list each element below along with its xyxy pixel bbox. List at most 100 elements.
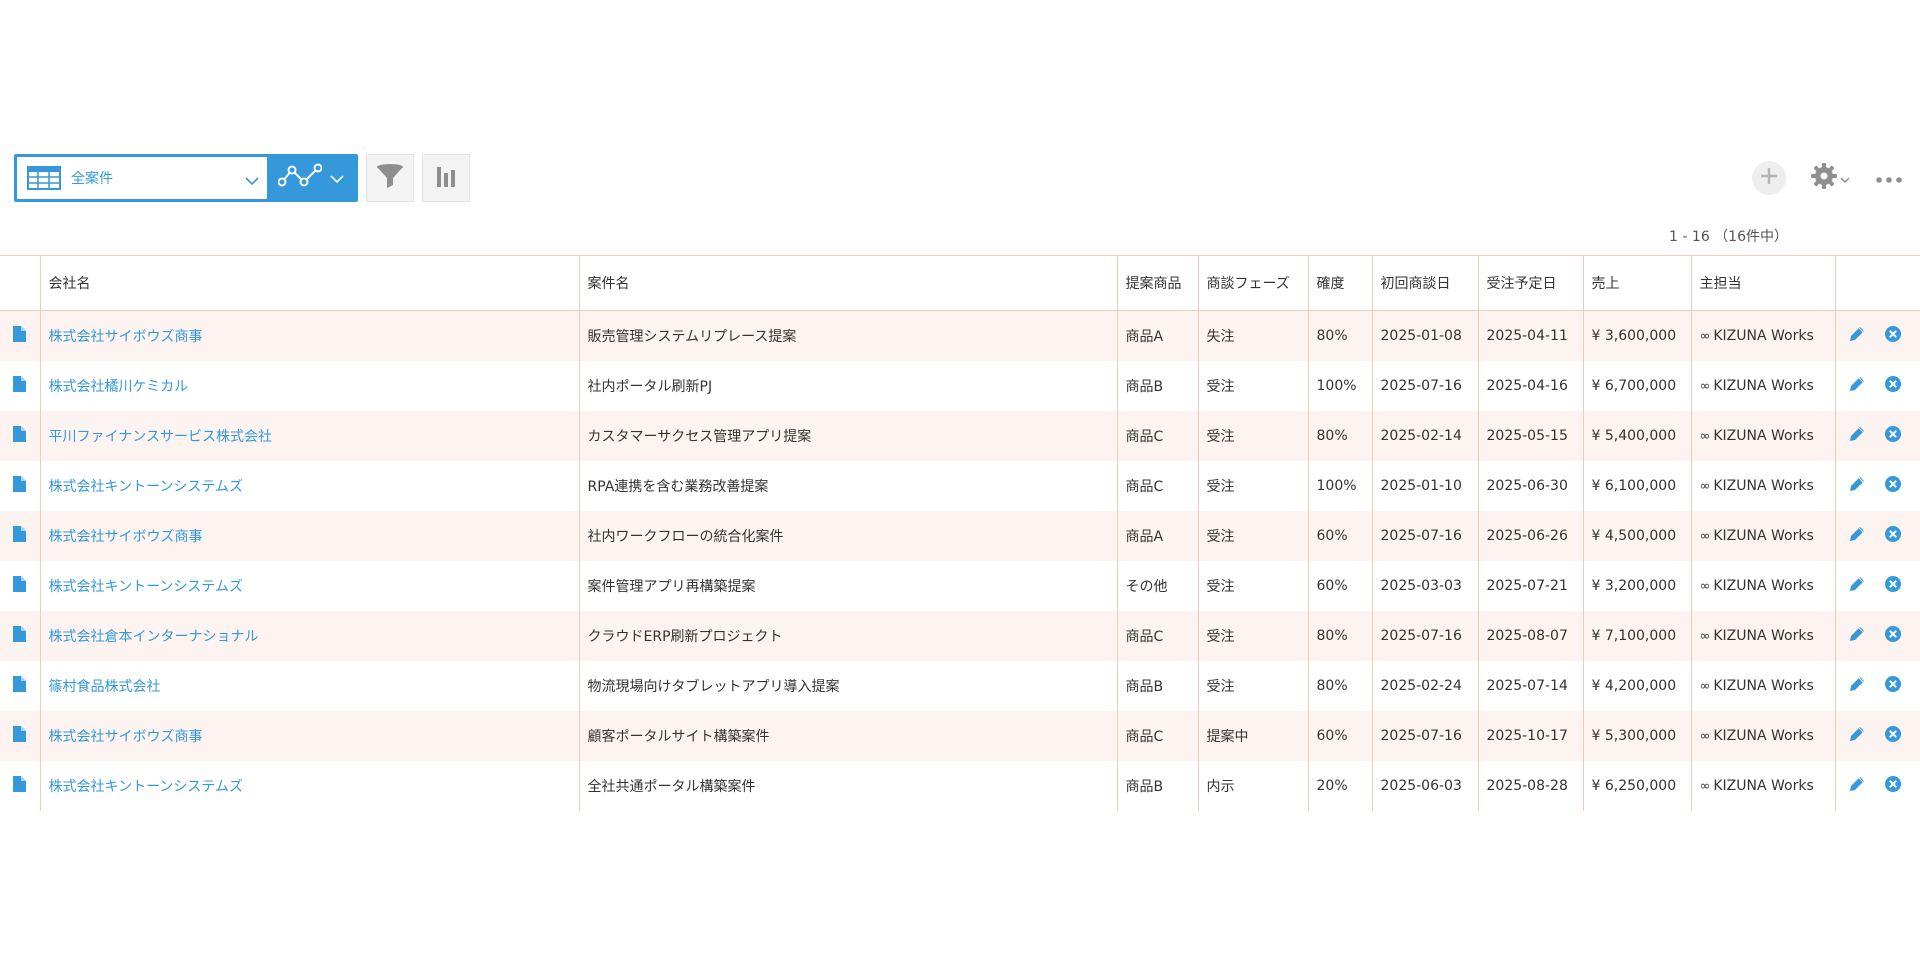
delete-button[interactable] [1884, 725, 1902, 747]
header-first-meeting[interactable]: 初回商談日 [1372, 255, 1479, 311]
edit-button[interactable] [1848, 775, 1866, 797]
header-product[interactable]: 提案商品 [1117, 255, 1199, 311]
record-detail-link[interactable] [0, 360, 41, 411]
record-detail-link[interactable] [0, 410, 41, 461]
pencil-icon [1848, 476, 1866, 497]
record-detail-link[interactable] [0, 710, 41, 761]
company-name-link[interactable]: 株式会社サイボウズ商事 [40, 510, 580, 561]
table-row: 株式会社キントーンシステムズ 全社共通ポータル構築案件 商品B 内示 20% 2… [0, 760, 1920, 811]
add-record-button[interactable] [1752, 161, 1786, 195]
view-dropdown[interactable]: 全案件 [17, 157, 267, 199]
edit-button[interactable] [1848, 525, 1866, 547]
edit-button[interactable] [1848, 325, 1866, 347]
chevron-down-icon [1840, 169, 1850, 188]
company-name-link[interactable]: 株式会社サイボウズ商事 [40, 710, 580, 761]
gear-icon [1810, 162, 1838, 194]
project-name: RPA連携を含む業務改善提案 [579, 460, 1118, 511]
header-project[interactable]: 案件名 [579, 255, 1118, 311]
owner-link[interactable]: ∞ KIZUNA Works [1691, 410, 1836, 461]
company-name-link[interactable]: 株式会社キントーンシステムズ [40, 560, 580, 611]
edit-button[interactable] [1848, 575, 1866, 597]
company-name-link[interactable]: 株式会社キントーンシステムズ [40, 760, 580, 811]
row-actions [1835, 411, 1920, 461]
close-circle-icon [1884, 425, 1902, 447]
edit-button[interactable] [1848, 725, 1866, 747]
first-meeting-date: 2025-02-14 [1372, 410, 1479, 461]
probability: 80% [1308, 610, 1373, 661]
header-phase[interactable]: 商談フェーズ [1198, 255, 1309, 311]
sales-amount: ¥ 3,600,000 [1583, 310, 1692, 361]
record-detail-link[interactable] [0, 560, 41, 611]
view-selector: 全案件 [14, 154, 358, 202]
order-date: 2025-08-28 [1478, 760, 1584, 811]
record-detail-link[interactable] [0, 510, 41, 561]
graph-dropdown[interactable] [267, 157, 355, 199]
header-owner[interactable]: 主担当 [1691, 255, 1836, 311]
order-date: 2025-07-14 [1478, 660, 1584, 711]
product: 商品B [1117, 760, 1199, 811]
owner-link[interactable]: ∞ KIZUNA Works [1691, 660, 1836, 711]
edit-button[interactable] [1848, 425, 1866, 447]
edit-button[interactable] [1848, 625, 1866, 647]
delete-button[interactable] [1884, 675, 1902, 697]
company-name-link[interactable]: 株式会社倉本インターナショナル [40, 610, 580, 661]
record-detail-link[interactable] [0, 660, 41, 711]
header-sales[interactable]: 売上 [1583, 255, 1692, 311]
company-name-link[interactable]: 篠村食品株式会社 [40, 660, 580, 711]
owner-link[interactable]: ∞ KIZUNA Works [1691, 710, 1836, 761]
close-circle-icon [1884, 625, 1902, 647]
deal-phase: 受注 [1198, 460, 1309, 511]
graph-button[interactable] [422, 154, 470, 202]
owner-name: KIZUNA Works [1713, 527, 1814, 544]
delete-button[interactable] [1884, 375, 1902, 397]
company-name-link[interactable]: 平川ファイナンスサービス株式会社 [40, 410, 580, 461]
header-blank [0, 255, 41, 311]
edit-button[interactable] [1848, 675, 1866, 697]
edit-button[interactable] [1848, 475, 1866, 497]
record-detail-link[interactable] [0, 460, 41, 511]
filter-button[interactable] [366, 154, 414, 202]
owner-link[interactable]: ∞ KIZUNA Works [1691, 560, 1836, 611]
owner-name: KIZUNA Works [1713, 377, 1814, 394]
record-detail-link[interactable] [0, 760, 41, 811]
header-probability[interactable]: 確度 [1308, 255, 1373, 311]
sales-amount: ¥ 5,400,000 [1583, 410, 1692, 461]
owner-link[interactable]: ∞ KIZUNA Works [1691, 760, 1836, 811]
close-circle-icon [1884, 725, 1902, 747]
project-name: 案件管理アプリ再構築提案 [579, 560, 1118, 611]
owner-link[interactable]: ∞ KIZUNA Works [1691, 510, 1836, 561]
record-detail-link[interactable] [0, 610, 41, 661]
deal-phase: 受注 [1198, 510, 1309, 561]
probability: 20% [1308, 760, 1373, 811]
settings-button[interactable] [1810, 162, 1850, 194]
delete-button[interactable] [1884, 525, 1902, 547]
link-icon: ∞ [1699, 428, 1711, 444]
document-icon [13, 775, 27, 796]
owner-link[interactable]: ∞ KIZUNA Works [1691, 360, 1836, 411]
row-actions [1835, 761, 1920, 811]
delete-button[interactable] [1884, 475, 1902, 497]
delete-button[interactable] [1884, 325, 1902, 347]
delete-button[interactable] [1884, 775, 1902, 797]
link-icon: ∞ [1699, 778, 1711, 794]
edit-button[interactable] [1848, 375, 1866, 397]
company-name-link[interactable]: 株式会社キントーンシステムズ [40, 460, 580, 511]
table-row: 株式会社キントーンシステムズ 案件管理アプリ再構築提案 その他 受注 60% 2… [0, 560, 1920, 611]
delete-button[interactable] [1884, 575, 1902, 597]
owner-link[interactable]: ∞ KIZUNA Works [1691, 460, 1836, 511]
table-row: 株式会社倉本インターナショナル クラウドERP刷新プロジェクト 商品C 受注 8… [0, 610, 1920, 661]
header-company[interactable]: 会社名 [40, 255, 580, 311]
document-icon [13, 375, 27, 396]
company-name-link[interactable]: 株式会社サイボウズ商事 [40, 310, 580, 361]
first-meeting-date: 2025-07-16 [1372, 610, 1479, 661]
owner-link[interactable]: ∞ KIZUNA Works [1691, 310, 1836, 361]
company-name-link[interactable]: 株式会社橘川ケミカル [40, 360, 580, 411]
product: 商品C [1117, 460, 1199, 511]
record-detail-link[interactable] [0, 310, 41, 361]
order-date: 2025-08-07 [1478, 610, 1584, 661]
owner-link[interactable]: ∞ KIZUNA Works [1691, 610, 1836, 661]
delete-button[interactable] [1884, 625, 1902, 647]
delete-button[interactable] [1884, 425, 1902, 447]
more-button[interactable] [1876, 169, 1902, 188]
header-order-date[interactable]: 受注予定日 [1478, 255, 1584, 311]
